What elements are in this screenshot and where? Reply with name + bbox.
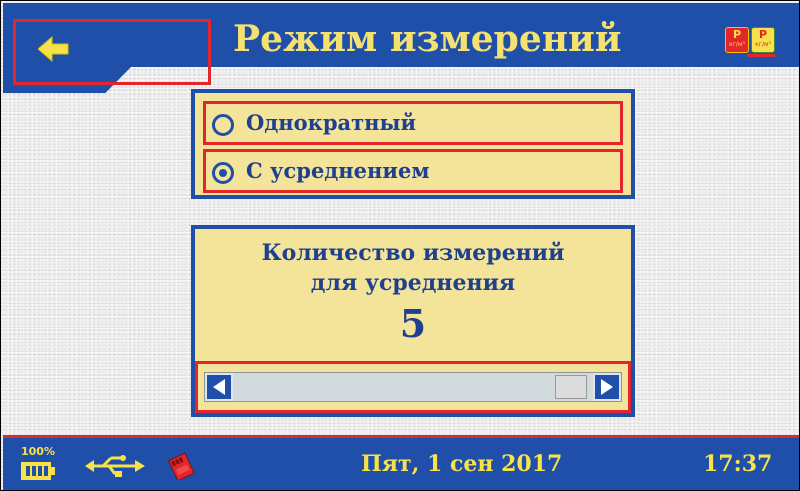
battery-tip — [51, 467, 55, 475]
device-screen: Режим измерений P кг/м³ P кг/м³ Однократ… — [0, 0, 800, 491]
usb-icon — [85, 454, 147, 482]
count-slider[interactable] — [195, 361, 631, 413]
mode-option-single[interactable]: Однократный — [203, 101, 623, 145]
battery-body — [21, 462, 51, 480]
battery-percent: 100% — [21, 445, 55, 458]
slider-increase-button[interactable] — [593, 373, 621, 401]
mode-panel: Однократный С усреднением — [191, 89, 635, 199]
page-title: Режим измерений — [233, 18, 622, 60]
status-time: 17:37 — [703, 451, 773, 477]
count-heading-line1: Количество измерений — [261, 240, 565, 266]
arrow-left-icon — [213, 379, 225, 395]
status-date: Пят, 1 сен 2017 — [361, 451, 563, 477]
density-unit-icon[interactable]: P кг/м³ — [725, 27, 749, 53]
count-heading-line2: для усреднения — [310, 270, 516, 296]
sd-card-icon — [165, 452, 197, 484]
option-label: С усреднением — [246, 158, 430, 183]
header: Режим измерений P кг/м³ P кг/м³ — [3, 3, 799, 93]
radio-dot — [219, 169, 227, 177]
mode-option-average[interactable]: С усреднением — [203, 149, 623, 193]
unit-label: кг/м³ — [755, 41, 771, 48]
density-unit-icon[interactable]: P кг/м³ — [751, 27, 775, 53]
unit-symbol: P — [758, 28, 768, 41]
arrow-right-icon — [601, 379, 613, 395]
unit-symbol: P — [732, 28, 742, 41]
status-bar: 100% Пят, 1 сен 2017 17:37 — [3, 435, 799, 490]
unit-label: кг/м³ — [729, 41, 745, 48]
slider-thumb[interactable] — [555, 375, 587, 399]
option-label: Однократный — [246, 110, 417, 135]
radio-button-selected[interactable] — [212, 162, 234, 184]
averaging-count-panel: Количество измерений для усреднения 5 — [191, 225, 635, 417]
battery-icon: 100% — [21, 446, 65, 486]
slider-decrease-button[interactable] — [205, 373, 233, 401]
unit-selection-indicator — [747, 54, 775, 57]
slider-track[interactable] — [204, 372, 622, 402]
radio-button[interactable] — [212, 114, 234, 136]
count-value: 5 — [399, 301, 427, 346]
